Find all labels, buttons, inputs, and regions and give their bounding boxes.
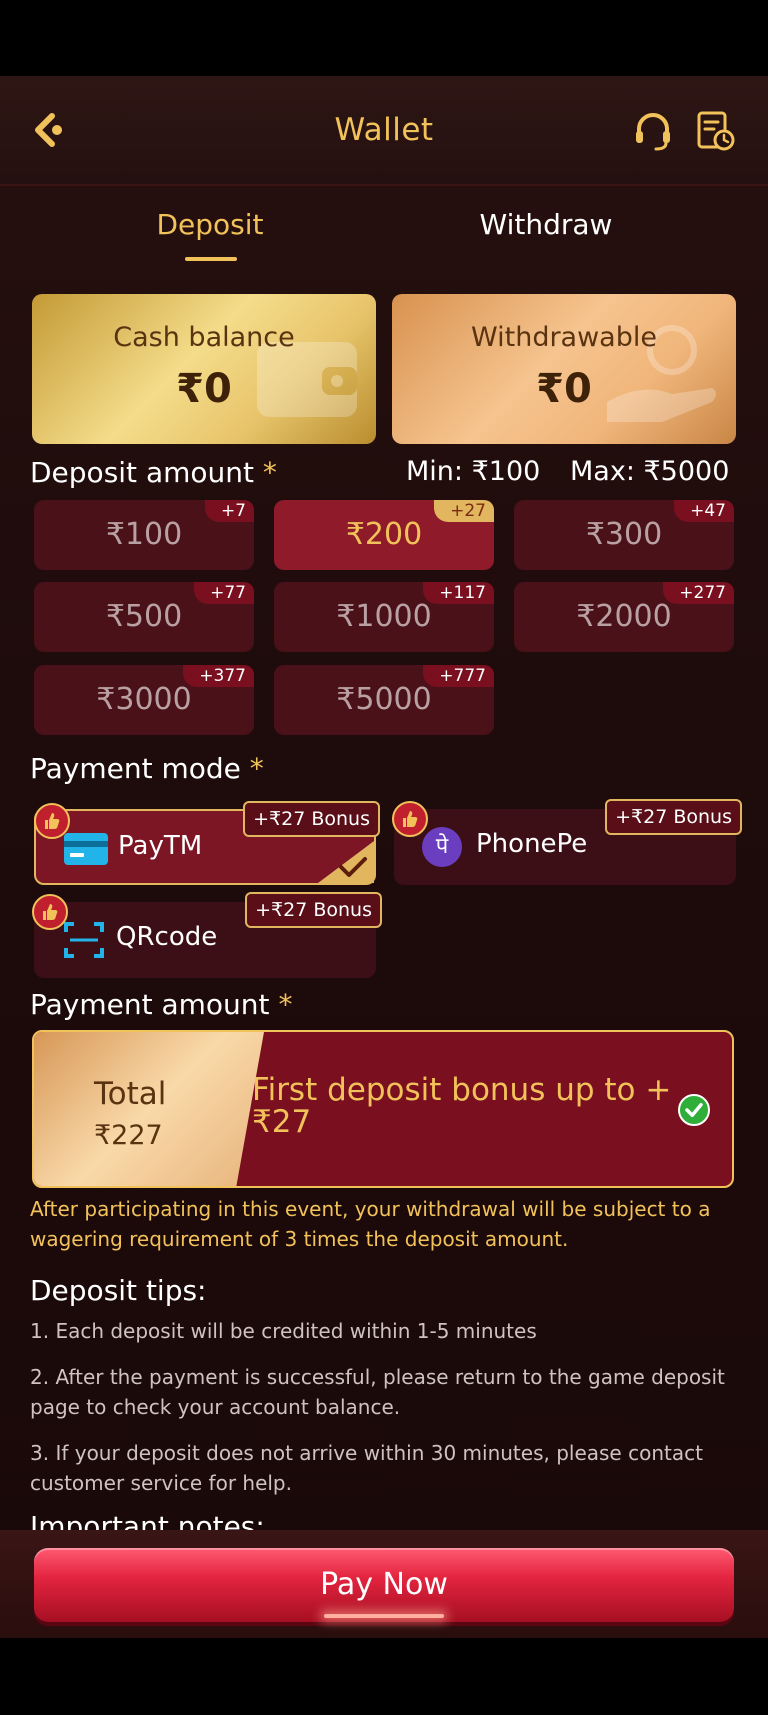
payment-amount-label: Payment amount <box>30 988 270 1021</box>
amount-value: ₹5000 <box>336 682 432 717</box>
bonus-tag: +₹27 Bonus <box>243 801 380 837</box>
amount-option[interactable]: ₹300 +47 <box>514 500 734 570</box>
tab-withdraw[interactable]: Withdraw <box>436 208 656 241</box>
amount-bonus-badge: +27 <box>434 500 494 522</box>
total-value: ₹227 <box>94 1120 163 1151</box>
cash-balance-card: Cash balance ₹0 <box>32 294 376 444</box>
amount-bonus-badge: +47 <box>674 500 734 522</box>
phonepe-icon: पे <box>422 827 462 867</box>
check-circle-icon <box>678 1094 710 1126</box>
deposit-amount-label: Deposit amount <box>30 456 254 489</box>
amount-option[interactable]: ₹3000 +377 <box>34 665 254 735</box>
deposit-tips-title: Deposit tips: <box>30 1274 207 1307</box>
thumbs-up-icon <box>32 894 68 930</box>
pay-now-button[interactable]: Pay Now <box>34 1548 734 1622</box>
amount-value: ₹200 <box>345 517 423 552</box>
payment-mode-title: Payment mode * <box>30 752 264 785</box>
headset-icon <box>636 113 670 151</box>
amount-bonus-badge: +77 <box>194 582 254 604</box>
amount-value: ₹500 <box>105 599 183 634</box>
amount-option-selected[interactable]: ₹200 +27 <box>274 500 494 570</box>
active-tab-indicator <box>185 257 237 261</box>
history-record-icon <box>697 111 735 151</box>
checkmark-icon <box>339 857 367 877</box>
amount-value: ₹3000 <box>96 682 192 717</box>
button-glow <box>324 1614 444 1618</box>
scan-icon <box>64 922 104 958</box>
required-mark: * <box>262 456 277 489</box>
amount-option[interactable]: ₹100 +7 <box>34 500 254 570</box>
wallet-screen: Wallet Deposit Withdraw Cash balance ₹0 … <box>0 76 768 1638</box>
cash-balance-value: ₹0 <box>176 366 232 412</box>
deposit-min: Min: ₹100 <box>406 456 541 487</box>
withdrawable-label: Withdrawable <box>471 322 657 353</box>
bonus-tag: +₹27 Bonus <box>245 892 382 928</box>
wagering-warning: After participating in this event, your … <box>30 1197 711 1251</box>
amount-value: ₹100 <box>105 517 183 552</box>
thumbs-up-icon <box>34 803 70 839</box>
pay-now-label: Pay Now <box>320 1567 448 1602</box>
payment-mode-label: Payment mode <box>30 752 241 785</box>
tip-item: 2. After the payment is successful, plea… <box>30 1365 725 1419</box>
first-deposit-bonus-text: First deposit bonus up to +₹27 <box>252 1072 672 1140</box>
required-mark: * <box>249 752 264 785</box>
deposit-max: Max: ₹5000 <box>570 456 730 487</box>
payment-method-label: PayTM <box>118 831 203 861</box>
thumbs-up-icon <box>392 801 428 837</box>
header: Wallet <box>0 76 768 186</box>
amount-bonus-badge: +7 <box>204 500 254 522</box>
deposit-amount-title: Deposit amount * <box>30 456 277 489</box>
history-button[interactable] <box>694 110 736 152</box>
payment-method-label: PhonePe <box>476 829 588 859</box>
payment-method-label: QRcode <box>116 922 218 952</box>
tip-item: 1. Each deposit will be credited within … <box>30 1319 537 1343</box>
cash-balance-label: Cash balance <box>113 322 295 353</box>
payment-method-phonepe[interactable]: पे PhonePe +₹27 Bonus <box>392 799 742 885</box>
tip-item: 3. If your deposit does not arrive withi… <box>30 1441 703 1495</box>
payment-method-qrcode[interactable]: QRcode +₹27 Bonus <box>32 892 382 978</box>
payment-amount-card: Total ₹227 First deposit bonus up to +₹2… <box>32 1030 734 1188</box>
amount-bonus-badge: +377 <box>183 665 254 687</box>
system-navigation-bar <box>0 1638 768 1715</box>
payment-method-paytm[interactable]: PayTM +₹27 Bonus <box>34 801 380 885</box>
required-mark: * <box>278 988 293 1021</box>
amount-value: ₹2000 <box>576 599 672 634</box>
amount-option[interactable]: ₹1000 +117 <box>274 582 494 652</box>
withdrawable-balance-card: Withdrawable ₹0 <box>392 294 736 444</box>
withdrawable-value: ₹0 <box>536 366 592 412</box>
amount-value: ₹300 <box>585 517 663 552</box>
total-label: Total <box>94 1076 167 1112</box>
amount-bonus-badge: +117 <box>423 582 494 604</box>
footer-bar: Pay Now <box>0 1530 768 1638</box>
card-icon <box>64 833 108 865</box>
bonus-tag: +₹27 Bonus <box>605 799 742 835</box>
tab-deposit[interactable]: Deposit <box>100 208 320 241</box>
amount-value: ₹1000 <box>336 599 432 634</box>
status-bar <box>0 0 768 76</box>
amount-bonus-badge: +777 <box>423 665 494 687</box>
amount-option[interactable]: ₹500 +77 <box>34 582 254 652</box>
amount-option[interactable]: ₹2000 +277 <box>514 582 734 652</box>
amount-option[interactable]: ₹5000 +777 <box>274 665 494 735</box>
customer-support-button[interactable] <box>632 110 674 152</box>
amount-bonus-badge: +277 <box>663 582 734 604</box>
payment-amount-title: Payment amount * <box>30 988 292 1021</box>
